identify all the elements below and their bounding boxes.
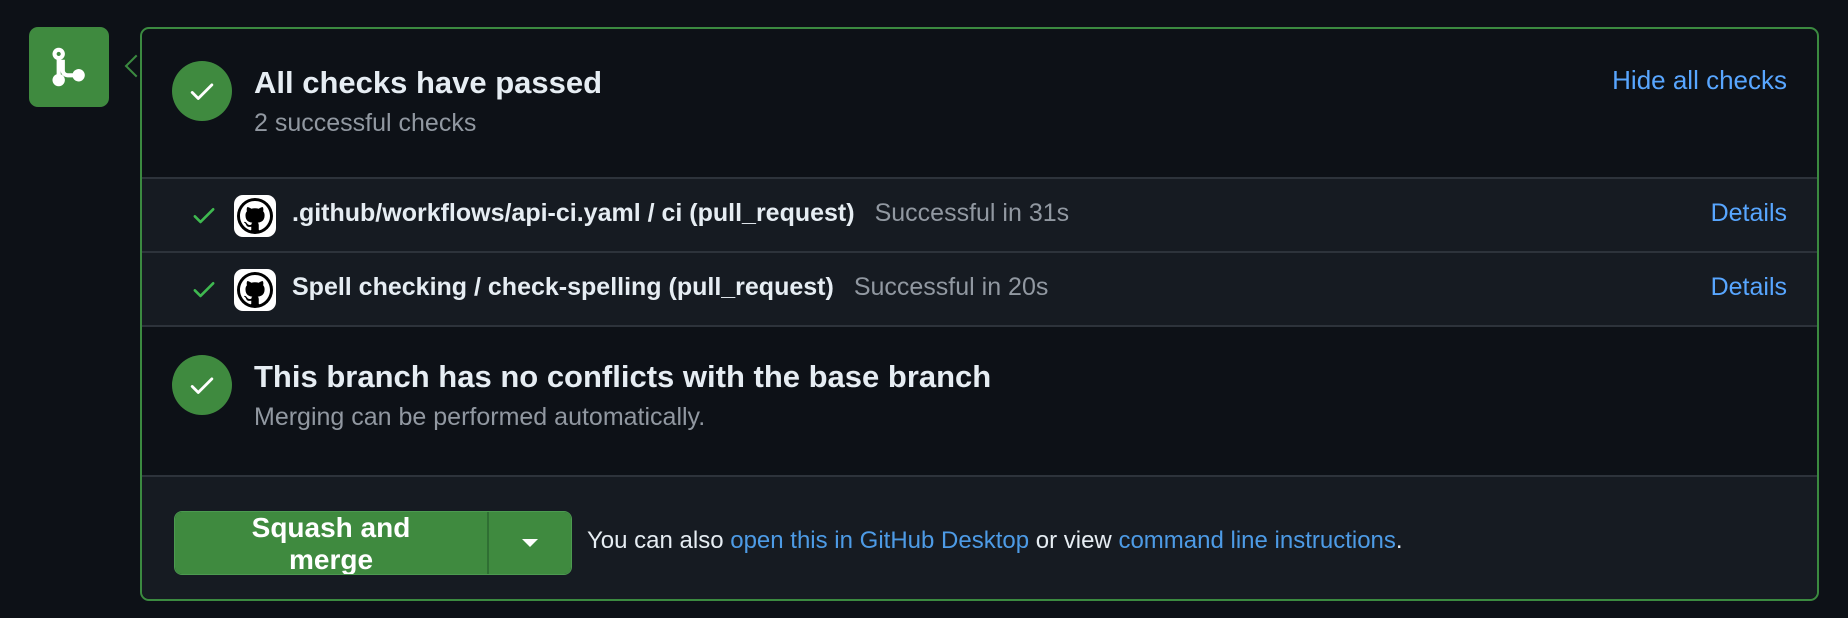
open-github-desktop-link[interactable]: open this in GitHub Desktop <box>730 527 1029 554</box>
merge-box: All checks have passed 2 successful chec… <box>140 27 1819 601</box>
check-title: Spell checking / check-spelling (pull_re… <box>292 273 834 301</box>
check-circle-icon <box>172 355 232 415</box>
merge-help-text: You can also open this in GitHub Desktop… <box>587 527 1403 555</box>
github-mark-icon <box>234 195 276 237</box>
details-link[interactable]: Details <box>1711 199 1787 228</box>
merge-text-middle: or view <box>1035 527 1112 554</box>
check-icon <box>193 282 215 298</box>
merge-box-page: All checks have passed 2 successful chec… <box>0 0 1848 618</box>
check-circle-icon <box>172 61 232 121</box>
command-line-instructions-link[interactable]: command line instructions <box>1118 527 1395 554</box>
checks-summary: All checks have passed 2 successful chec… <box>142 29 1817 177</box>
merge-text-prefix: You can also <box>587 527 724 554</box>
checks-title: All checks have passed <box>254 65 603 100</box>
merge-action: Squash and merge You can also open this … <box>142 475 1817 599</box>
hide-all-checks-link[interactable]: Hide all checks <box>1612 65 1787 96</box>
triangle-down-icon <box>522 539 538 547</box>
merge-button-group: Squash and merge <box>174 511 572 575</box>
merge-options-button[interactable] <box>487 512 571 574</box>
github-mark-icon <box>234 269 276 311</box>
check-title: .github/workflows/api-ci.yaml / ci (pull… <box>292 199 855 227</box>
check-icon <box>193 208 215 224</box>
checks-subtitle: 2 successful checks <box>254 109 477 137</box>
merge-status-subtitle: Merging can be performed automatically. <box>254 403 706 431</box>
check-status: Successful in 31s <box>874 199 1070 227</box>
merge-text-suffix: . <box>1395 527 1403 554</box>
check-name: .github/workflows/api-ci.yaml / ci (pull… <box>292 199 1069 228</box>
git-merge-icon <box>29 27 109 107</box>
checks-list: .github/workflows/api-ci.yaml / ci (pull… <box>142 177 1817 327</box>
merge-status: This branch has no conflicts with the ba… <box>142 327 1817 475</box>
check-name: Spell checking / check-spelling (pull_re… <box>292 273 1048 302</box>
merge-status-title: This branch has no conflicts with the ba… <box>254 359 992 394</box>
details-link[interactable]: Details <box>1711 273 1787 302</box>
squash-and-merge-button[interactable]: Squash and merge <box>175 512 487 574</box>
check-row: .github/workflows/api-ci.yaml / ci (pull… <box>142 179 1817 253</box>
check-status: Successful in 20s <box>853 273 1049 301</box>
check-row: Spell checking / check-spelling (pull_re… <box>142 253 1817 327</box>
